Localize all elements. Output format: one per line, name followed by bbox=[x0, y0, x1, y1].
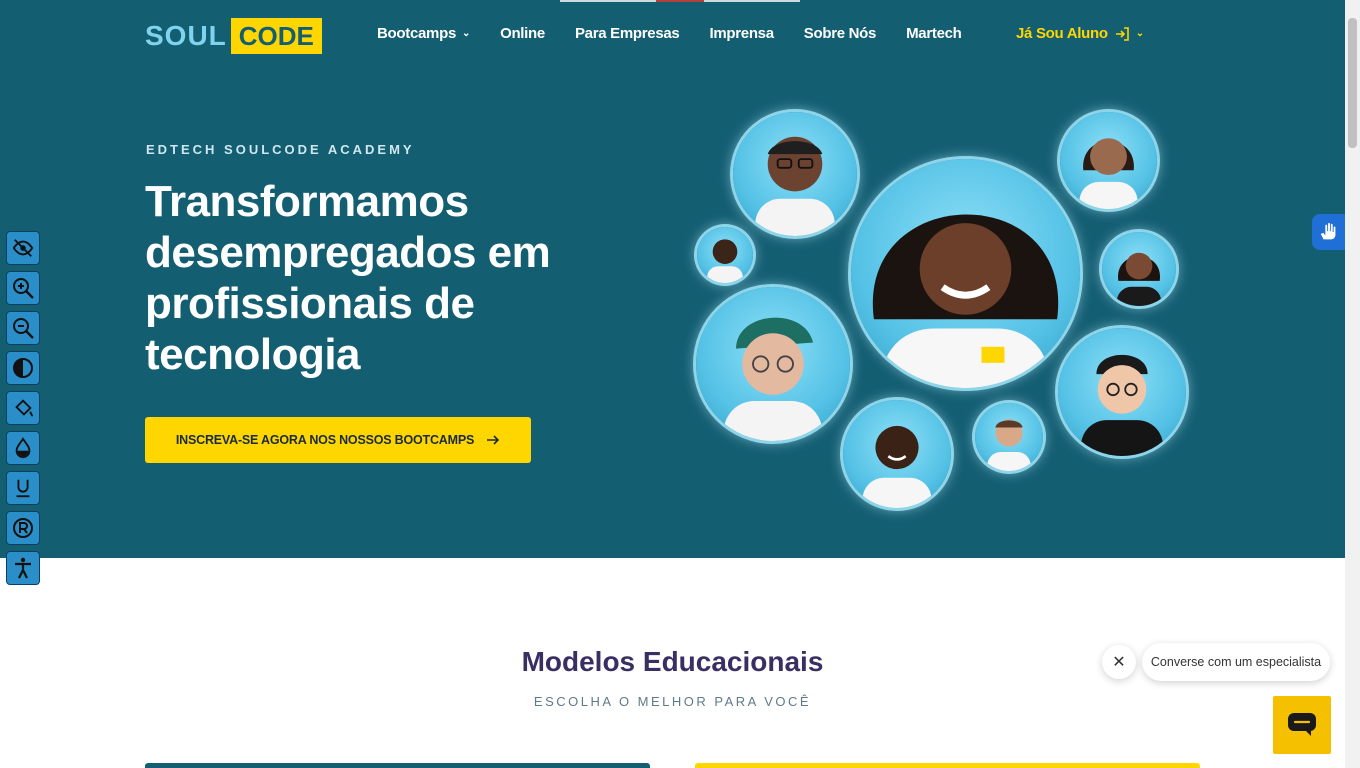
nav-item-martech[interactable]: Martech bbox=[906, 24, 962, 44]
eye-slash-icon[interactable] bbox=[6, 231, 40, 265]
hero-section: SOUL CODE Bootcamps ⌄ Online Para Empresa… bbox=[0, 0, 1345, 558]
arrow-right-icon bbox=[487, 435, 500, 445]
chat-button[interactable] bbox=[1273, 696, 1331, 754]
models-subtitle: ESCOLHA O MELHOR PARA VOCÊ bbox=[533, 694, 812, 709]
enroll-bootcamps-button[interactable]: INSCREVA-SE AGORA NOS NOSSOS BOOTCAMPS bbox=[145, 417, 531, 463]
student-photo bbox=[843, 400, 951, 508]
nav-label: Para Empresas bbox=[574, 25, 680, 42]
zoom-out-icon[interactable] bbox=[6, 311, 40, 345]
chevron-down-icon: ⌄ bbox=[1135, 28, 1144, 39]
zoom-in-icon[interactable] bbox=[6, 271, 40, 305]
login-icon bbox=[1115, 27, 1129, 41]
student-photo bbox=[696, 287, 850, 441]
student-photo bbox=[733, 112, 857, 236]
page-scrollbar[interactable] bbox=[1345, 0, 1360, 768]
logo[interactable]: SOUL CODE bbox=[145, 18, 322, 54]
paint-bucket-icon[interactable] bbox=[6, 391, 40, 425]
contrast-icon[interactable] bbox=[6, 351, 40, 385]
cta-label: INSCREVA-SE AGORA NOS NOSSOS BOOTCAMPS bbox=[175, 433, 475, 447]
student-photo bbox=[1058, 328, 1186, 456]
chat-prompt-text: Converse com um especialista bbox=[1150, 655, 1322, 669]
nav-label: Bootcamps bbox=[377, 25, 456, 42]
chat-prompt[interactable]: Converse com um especialista bbox=[1142, 643, 1330, 681]
nav-label: Imprensa bbox=[709, 25, 774, 42]
reset-icon[interactable] bbox=[6, 511, 40, 545]
student-photo bbox=[851, 159, 1080, 388]
model-card-left[interactable] bbox=[145, 763, 650, 768]
top-progress-strip bbox=[560, 0, 800, 2]
student-photo bbox=[1102, 232, 1176, 306]
chevron-down-icon: ⌄ bbox=[461, 28, 471, 39]
student-photo bbox=[1060, 112, 1157, 209]
hero-eyebrow: EDTECH SOULCODE ACADEMY bbox=[146, 142, 415, 157]
hands-icon bbox=[1320, 222, 1335, 240]
student-login-menu[interactable]: Já Sou Aluno ⌄ bbox=[1016, 24, 1144, 44]
student-photo bbox=[975, 403, 1043, 471]
nav-item-online[interactable]: Online bbox=[500, 24, 545, 44]
nav-item-imprensa[interactable]: Imprensa bbox=[709, 24, 774, 44]
scrollbar-thumb[interactable] bbox=[1348, 18, 1357, 148]
model-card-right[interactable] bbox=[695, 763, 1200, 768]
nav-item-para-empresas[interactable]: Para Empresas bbox=[575, 24, 680, 44]
logo-soul-text: SOUL bbox=[145, 20, 227, 51]
drop-icon[interactable] bbox=[6, 431, 40, 465]
nav-item-bootcamps[interactable]: Bootcamps ⌄ bbox=[377, 24, 470, 44]
nav-label: Martech bbox=[906, 25, 962, 42]
hero-headline: Transformamos desempregados em profissio… bbox=[145, 177, 551, 379]
student-login-label: Já Sou Aluno bbox=[1016, 25, 1108, 42]
student-photo bbox=[697, 227, 753, 283]
underline-icon[interactable] bbox=[6, 471, 40, 505]
logo-code-text: CODE bbox=[230, 18, 322, 54]
main-nav: Bootcamps ⌄ Online Para Empresas Imprensa… bbox=[377, 24, 962, 44]
close-icon[interactable]: ✕ bbox=[1102, 645, 1136, 679]
accessibility-toolbar bbox=[6, 231, 40, 591]
nav-item-sobre-nos[interactable]: Sobre Nós bbox=[803, 24, 877, 44]
nav-label: Online bbox=[500, 25, 545, 42]
nav-label: Sobre Nós bbox=[803, 25, 877, 42]
chat-icon bbox=[1288, 713, 1316, 736]
sign-language-widget[interactable] bbox=[1312, 214, 1345, 250]
accessibility-person-icon[interactable] bbox=[6, 551, 40, 585]
